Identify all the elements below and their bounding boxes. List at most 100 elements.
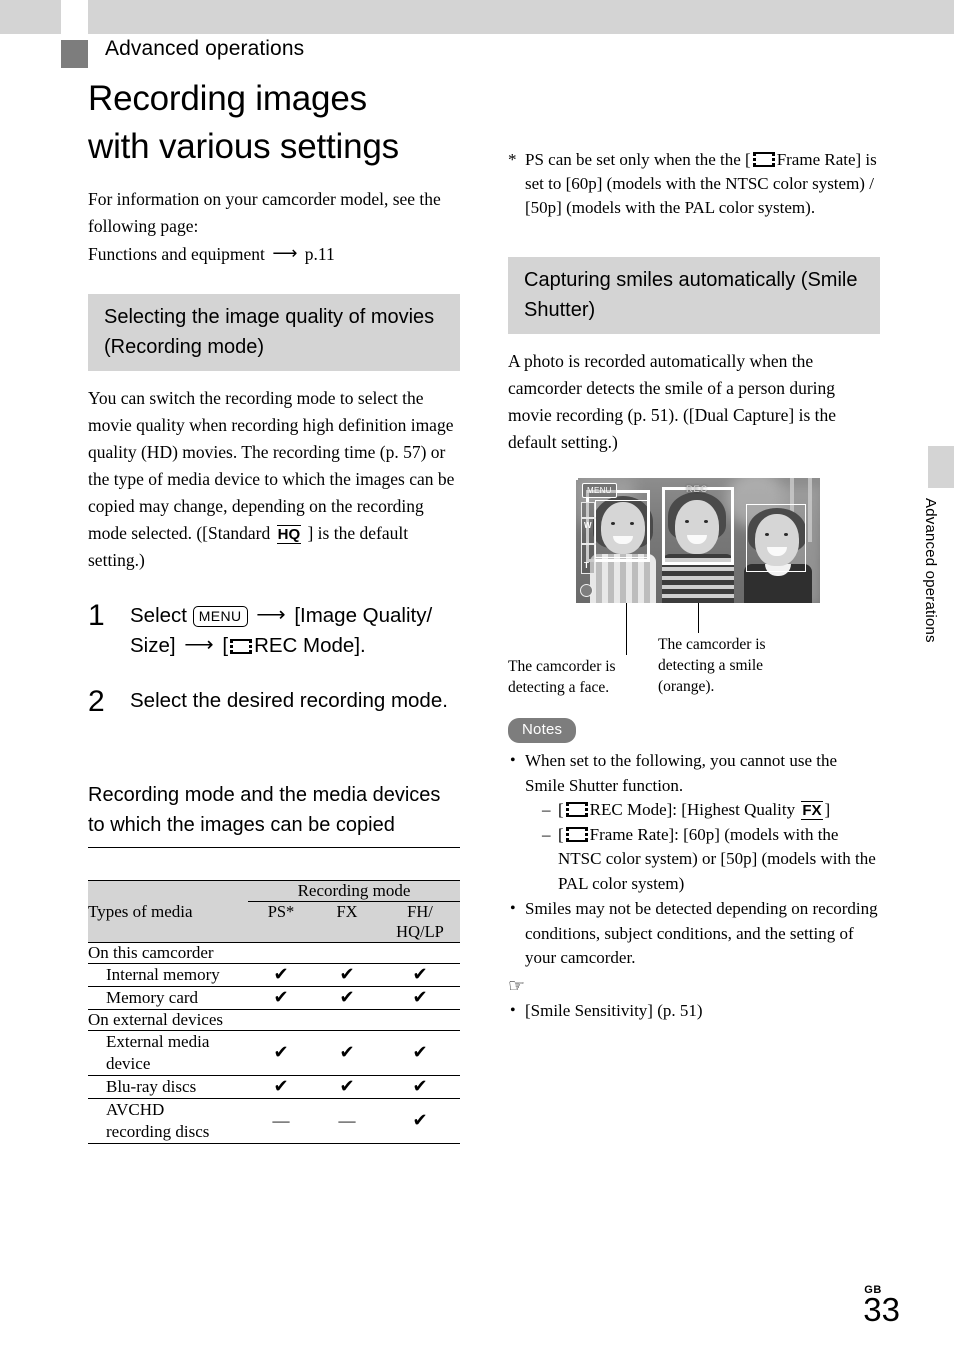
menu-button-icon[interactable]: MENU	[192, 605, 248, 627]
face-detection-box-middle	[576, 478, 578, 480]
note-sub-bracket: [	[558, 800, 564, 819]
movie-filmstrip-icon	[565, 802, 588, 817]
arrow-right-icon: ⟶	[256, 603, 286, 626]
table-cell-mark: —	[248, 1098, 314, 1144]
step-2: 2 Select the desired recording mode.	[88, 686, 460, 718]
top-decorative-bar	[0, 0, 954, 34]
table-row: External media device ✔ ✔ ✔	[88, 1030, 460, 1076]
movie-filmstrip-icon	[752, 152, 775, 167]
page-title-line-1: Recording images	[88, 79, 367, 118]
section-body-part-a: You can switch the recording mode to sel…	[88, 388, 455, 543]
face-detection-box-left	[595, 500, 649, 558]
notes-sub-list: [REC Mode]: [Highest Quality FX] [Frame …	[525, 798, 880, 896]
table-cell-mark: ✔	[248, 986, 314, 1010]
step-1-text: Select MENU ⟶ [Image Quality/ Size] ⟶ [R…	[130, 600, 460, 660]
chapter-title: Advanced operations	[105, 37, 305, 60]
check-icon: ✔	[273, 987, 289, 1008]
see-also-list: [Smile Sensitivity] (p. 51)	[508, 999, 880, 1024]
page-footer: GB 33	[863, 1284, 900, 1327]
footnote-marker: *	[508, 150, 517, 169]
intro-paragraph: For information on your camcorder model,…	[88, 186, 460, 268]
note-sub-tail: ]	[824, 800, 831, 819]
table-cell-mark: ✔	[248, 1075, 314, 1099]
osd-rec-indicator: REC	[686, 484, 709, 494]
note-text: Smiles may not be detected depending on …	[525, 899, 878, 967]
step-1: 1 Select MENU ⟶ [Image Quality/ Size] ⟶ …	[88, 600, 460, 660]
list-item: Smiles may not be detected depending on …	[508, 897, 880, 971]
table-cell-mark: ✔	[248, 963, 314, 987]
smile-detection-box	[662, 487, 734, 565]
table-header-row-1: Types of media Recording mode	[88, 880, 460, 943]
table-cell-mark: ✔	[380, 1030, 460, 1076]
step-1-bracket: [	[222, 634, 229, 657]
see-also-text: [Smile Sensitivity] (p. 51)	[525, 1000, 703, 1020]
section-heading-smile-shutter: Capturing smiles automatically (Smile Sh…	[508, 257, 880, 334]
page-title: Recording images with various settings	[88, 75, 488, 171]
check-icon: ✔	[273, 1076, 289, 1097]
leader-line-smile	[698, 603, 700, 633]
dash-icon: —	[272, 1111, 290, 1130]
hq-quality-icon: HQ	[276, 525, 302, 544]
osd-menu-button[interactable]: MENU	[582, 483, 617, 498]
table-head: Types of media Recording mode PS* FX FH/…	[88, 880, 460, 943]
dash-icon: —	[338, 1111, 356, 1130]
osd-record-button-icon[interactable]	[580, 584, 593, 597]
step-1-number: 1	[88, 599, 105, 632]
chapter-color-swatch	[61, 40, 88, 68]
table-cell-mark: ✔	[380, 1098, 460, 1144]
step-1-verb: Select	[130, 604, 187, 627]
table-row-label: AVCHD recording discs	[88, 1098, 248, 1144]
table-col-header-types-of-media: Types of media	[88, 880, 248, 943]
table-row: AVCHD recording discs — — ✔	[88, 1098, 460, 1144]
table-row-label: Memory card	[88, 986, 248, 1010]
top-bar-left-block	[0, 0, 61, 34]
table-row-label: Blu-ray discs	[88, 1075, 248, 1099]
table-cell-mark: ✔	[314, 1030, 380, 1076]
notes-section: Notes When set to the following, you can…	[508, 718, 880, 1023]
check-icon: ✔	[339, 987, 355, 1008]
check-icon: ✔	[412, 1042, 428, 1063]
table-cell-mark: ✔	[314, 1075, 380, 1099]
section-body-recording-mode: You can switch the recording mode to sel…	[88, 385, 460, 574]
check-icon: ✔	[412, 1110, 428, 1131]
check-icon: ✔	[412, 964, 428, 985]
intro-text: For information on your camcorder model,…	[88, 189, 441, 236]
table-row: Blu-ray discs ✔ ✔ ✔	[88, 1075, 460, 1099]
note-sub-text: Frame Rate]: [60p] (models with the NTSC…	[558, 824, 876, 893]
footnote-ps-mode: * PS can be set only when the the [Frame…	[508, 148, 880, 220]
movie-filmstrip-icon	[230, 639, 253, 654]
footnote-text: PS can be set only when the the [Frame R…	[525, 148, 880, 220]
step-2-text: Select the desired recording mode.	[130, 689, 448, 712]
arrow-right-icon: ⟶	[184, 633, 214, 656]
osd-zoom-tele-label: T	[584, 561, 589, 570]
note-sub-text: REC Mode]: [Highest Quality	[589, 800, 796, 819]
note-sub-bracket: [	[558, 824, 564, 844]
note-text: When set to the following, you cannot us…	[525, 751, 838, 795]
osd-zoom-slider[interactable]: W T	[581, 502, 596, 574]
notes-badge: Notes	[508, 718, 577, 743]
table-cell-mark: —	[314, 1098, 380, 1144]
camcorder-screen-preview: MENU REC W T	[576, 478, 820, 603]
table-row: Internal memory ✔ ✔ ✔	[88, 963, 460, 987]
figure-caption-smile: The camcorder is detecting a smile (oran…	[658, 636, 766, 695]
arrow-right-icon: ⟶	[272, 243, 298, 263]
table-cell-mark: ✔	[380, 986, 460, 1010]
smile-shutter-figure: MENU REC W T The camcorder is detecting …	[508, 478, 880, 700]
notes-list: When set to the following, you cannot us…	[508, 749, 880, 971]
step-2-number: 2	[88, 685, 105, 718]
table-col-header-fx: FX	[314, 901, 380, 943]
list-item: When set to the following, you cannot us…	[508, 749, 880, 896]
check-icon: ✔	[412, 987, 428, 1008]
intro-link-prefix: Functions and equipment	[88, 244, 265, 264]
chapter-row: Advanced operations	[0, 37, 954, 72]
table-group-header-recording-mode: Recording mode	[248, 880, 460, 902]
table-col-header-ps: PS*	[248, 901, 314, 943]
top-bar-right-block	[88, 0, 954, 34]
table-cell-mark: ✔	[248, 1030, 314, 1076]
table-cell-mark: ✔	[380, 1075, 460, 1099]
table-row-label: Internal memory	[88, 963, 248, 987]
table-body: On this camcorder Internal memory ✔ ✔ ✔ …	[88, 942, 460, 1144]
media-compatibility-table: Types of media Recording mode PS* FX FH/…	[88, 880, 460, 1144]
table-row-group-label: On external devices	[88, 1009, 460, 1031]
table-row-label: External media device	[88, 1030, 248, 1076]
